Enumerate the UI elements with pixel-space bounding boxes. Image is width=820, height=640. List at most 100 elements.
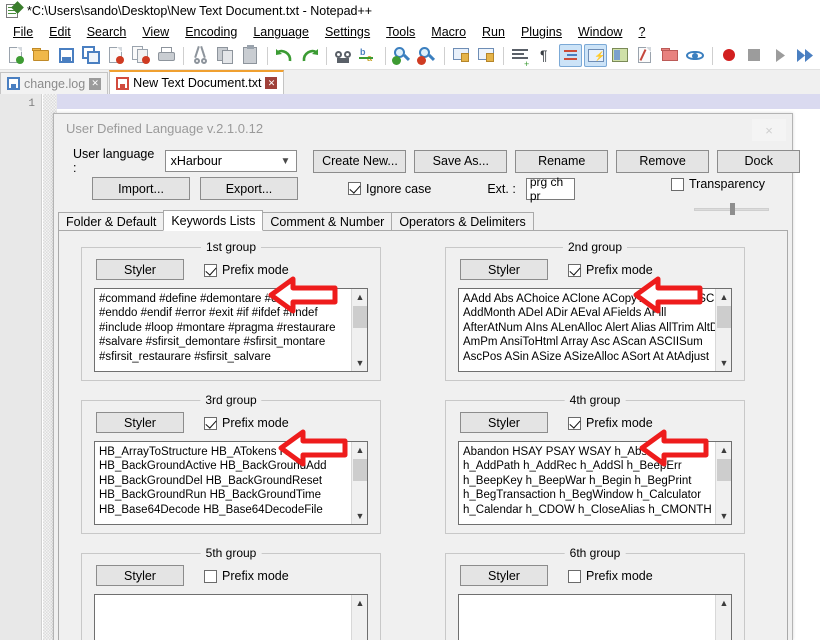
- scroll-down-icon[interactable]: ▼: [716, 355, 731, 371]
- menu-item-encoding[interactable]: Encoding: [177, 24, 245, 40]
- create-new-button[interactable]: Create New...: [313, 149, 407, 173]
- show-all-characters-icon[interactable]: ¶: [534, 44, 557, 67]
- vertical-scrollbar[interactable]: ▲ ▼: [351, 442, 367, 524]
- close-icon[interactable]: ✕: [265, 77, 278, 89]
- ignore-case-checkbox[interactable]: Ignore case: [348, 182, 431, 196]
- run-macro-multiple-icon[interactable]: [793, 44, 816, 67]
- menu-item-edit[interactable]: Edit: [41, 24, 79, 40]
- prefix-mode-checkbox-group-3[interactable]: Prefix mode: [204, 416, 289, 430]
- menu-item-search[interactable]: Search: [79, 24, 135, 40]
- scroll-up-icon[interactable]: ▲: [352, 442, 367, 458]
- user-language-select[interactable]: xHarbour ▼: [164, 150, 298, 172]
- redo-icon[interactable]: [298, 44, 321, 67]
- close-file-icon[interactable]: [105, 44, 128, 67]
- prefix-mode-checkbox-group-4[interactable]: Prefix mode: [568, 416, 653, 430]
- styler-button-group-6[interactable]: Styler: [460, 565, 548, 586]
- scroll-up-icon[interactable]: ▲: [716, 595, 731, 611]
- find-icon[interactable]: [332, 44, 355, 67]
- checkbox-box: [568, 569, 581, 583]
- stop-recording-icon[interactable]: [743, 44, 766, 67]
- menu-item-language[interactable]: Language: [245, 24, 317, 40]
- menu-item-settings[interactable]: Settings: [317, 24, 378, 40]
- styler-button-group-3[interactable]: Styler: [96, 412, 184, 433]
- scrollbar-thumb[interactable]: [353, 306, 367, 328]
- keywords-listbox-group-5[interactable]: ▲ ▼: [94, 594, 368, 640]
- word-wrap-icon[interactable]: +: [509, 44, 532, 69]
- styler-button-group-4[interactable]: Styler: [460, 412, 548, 433]
- tab-keywords-lists[interactable]: Keywords Lists: [163, 210, 264, 231]
- menu-item-help[interactable]: ?: [630, 24, 653, 40]
- scroll-down-icon[interactable]: ▼: [716, 508, 731, 524]
- cut-icon[interactable]: [189, 44, 212, 67]
- scroll-down-icon[interactable]: ▼: [352, 508, 367, 524]
- scroll-up-icon[interactable]: ▲: [716, 289, 731, 305]
- zoom-in-icon[interactable]: [391, 44, 414, 67]
- indent-guide-icon[interactable]: [559, 44, 582, 67]
- function-list-icon[interactable]: [634, 44, 657, 67]
- scrollbar-thumb[interactable]: [353, 459, 367, 481]
- transparency-checkbox[interactable]: Transparency: [671, 177, 765, 191]
- close-icon[interactable]: ✕: [89, 77, 102, 90]
- remove-button[interactable]: Remove: [616, 149, 710, 173]
- scroll-up-icon[interactable]: ▲: [352, 595, 367, 611]
- udl-dialog-icon[interactable]: ⚡: [584, 44, 607, 67]
- vertical-scrollbar[interactable]: ▲ ▼: [351, 595, 367, 640]
- styler-button-group-2[interactable]: Styler: [460, 259, 548, 280]
- menu-item-macro[interactable]: Macro: [423, 24, 474, 40]
- file-tab-change-log[interactable]: change.log ✕: [0, 72, 109, 94]
- styler-button-group-1[interactable]: Styler: [96, 259, 184, 280]
- tab-folder-and-default[interactable]: Folder & Default: [58, 212, 165, 231]
- export-button[interactable]: Export...: [200, 177, 298, 200]
- menu-item-file[interactable]: File: [5, 24, 41, 40]
- scrollbar-thumb[interactable]: [717, 459, 731, 481]
- menu-item-plugins[interactable]: Plugins: [513, 24, 570, 40]
- vertical-scrollbar[interactable]: ▲ ▼: [351, 289, 367, 371]
- vertical-scrollbar[interactable]: ▲ ▼: [715, 595, 731, 640]
- import-button[interactable]: Import...: [92, 177, 190, 200]
- styler-button-group-5[interactable]: Styler: [96, 565, 184, 586]
- play-macro-icon[interactable]: [768, 44, 791, 67]
- scroll-up-icon[interactable]: ▲: [352, 289, 367, 305]
- vertical-scrollbar[interactable]: ▲ ▼: [715, 289, 731, 371]
- new-file-icon[interactable]: [5, 44, 28, 67]
- dock-button[interactable]: Dock: [717, 149, 801, 173]
- prefix-mode-checkbox-group-1[interactable]: Prefix mode: [204, 263, 289, 277]
- rename-button[interactable]: Rename: [515, 149, 609, 173]
- print-icon[interactable]: [155, 44, 178, 67]
- prefix-mode-checkbox-group-6[interactable]: Prefix mode: [568, 569, 653, 583]
- folder-as-workspace-icon[interactable]: [659, 44, 682, 67]
- scrollbar-thumb[interactable]: [717, 306, 731, 328]
- doc-map-icon[interactable]: [609, 44, 632, 67]
- replace-icon[interactable]: b a: [357, 44, 380, 67]
- scroll-up-icon[interactable]: ▲: [716, 442, 731, 458]
- paste-icon[interactable]: [239, 44, 262, 67]
- menu-item-tools[interactable]: Tools: [378, 24, 423, 40]
- zoom-out-icon[interactable]: [416, 44, 439, 67]
- tab-operators-and-delimiters[interactable]: Operators & Delimiters: [391, 212, 534, 231]
- monitoring-icon[interactable]: [684, 44, 707, 67]
- record-macro-icon[interactable]: [718, 44, 741, 67]
- menu-item-run[interactable]: Run: [474, 24, 513, 40]
- menu-item-window[interactable]: Window: [570, 24, 630, 40]
- menu-item-view[interactable]: View: [134, 24, 177, 40]
- group-4: 4th group Styler Prefix mode Abandon HSA…: [445, 393, 745, 534]
- tab-comment-and-number[interactable]: Comment & Number: [262, 212, 393, 231]
- user-language-value: xHarbour: [170, 154, 222, 168]
- scroll-down-icon[interactable]: ▼: [352, 355, 367, 371]
- copy-icon[interactable]: [214, 44, 237, 67]
- keywords-listbox-group-6[interactable]: ▲ ▼: [458, 594, 732, 640]
- prefix-mode-checkbox-group-5[interactable]: Prefix mode: [204, 569, 289, 583]
- vertical-scrollbar[interactable]: ▲ ▼: [715, 442, 731, 524]
- sync-horizontal-scroll-icon[interactable]: [475, 44, 498, 67]
- prefix-mode-checkbox-group-2[interactable]: Prefix mode: [568, 263, 653, 277]
- save-icon[interactable]: [55, 44, 78, 67]
- sync-vertical-scroll-icon[interactable]: [450, 44, 473, 67]
- close-icon[interactable]: ×: [752, 119, 786, 141]
- file-tab-new-text-document[interactable]: New Text Document.txt ✕: [109, 70, 285, 94]
- save-as-button[interactable]: Save As...: [414, 149, 508, 173]
- ext-input[interactable]: prg ch pr: [525, 175, 575, 203]
- open-file-icon[interactable]: [30, 44, 53, 67]
- save-all-icon[interactable]: [80, 44, 103, 67]
- undo-icon[interactable]: [273, 44, 296, 67]
- close-all-icon[interactable]: [130, 44, 153, 67]
